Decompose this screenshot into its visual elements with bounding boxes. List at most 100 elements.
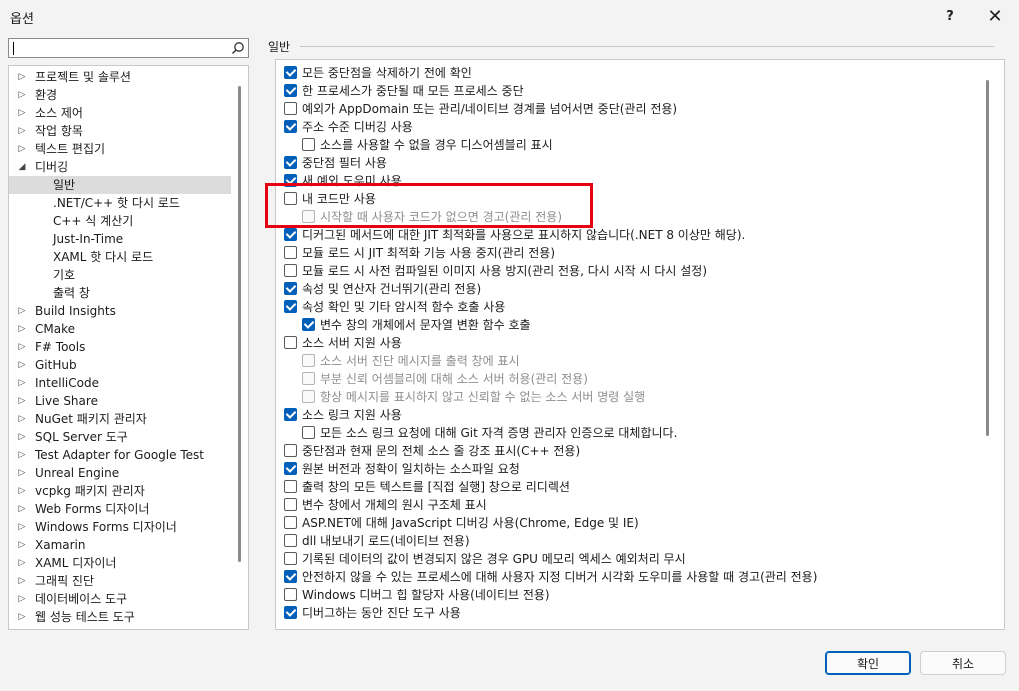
collapsed-arrow-icon[interactable]: ▷ — [17, 536, 27, 554]
option-checkbox[interactable] — [284, 264, 297, 277]
option-label: 한 프로세스가 중단될 때 모든 프로세스 중단 — [302, 84, 524, 98]
tree-item[interactable]: .NET/C++ 핫 다시 로드 — [9, 194, 231, 212]
tree-item[interactable]: ▷ 환경 — [9, 86, 231, 104]
collapsed-arrow-icon[interactable]: ▷ — [17, 500, 27, 518]
ok-button[interactable]: 확인 — [825, 651, 911, 675]
tree-item[interactable]: ▷ Unreal Engine — [9, 464, 231, 482]
option-checkbox[interactable] — [284, 498, 297, 511]
tree-item[interactable]: ◢ 디버깅 — [9, 158, 231, 176]
collapsed-arrow-icon[interactable]: ▷ — [17, 86, 27, 104]
tree-scrollbar[interactable] — [238, 86, 241, 562]
tree-item[interactable]: ▷ vcpkg 패키지 관리자 — [9, 482, 231, 500]
tree-item[interactable]: ▷ Xamarin — [9, 536, 231, 554]
tree-item[interactable]: ▷ GitHub — [9, 356, 231, 374]
collapsed-arrow-icon[interactable]: ▷ — [17, 302, 27, 320]
collapsed-arrow-icon[interactable]: ▷ — [17, 554, 27, 572]
tree-item[interactable]: ▷ 작업 항목 — [9, 122, 231, 140]
collapsed-arrow-icon[interactable]: ▷ — [17, 356, 27, 374]
option-checkbox[interactable] — [284, 552, 297, 565]
option-checkbox[interactable] — [284, 570, 297, 583]
tree-item-label: IntelliCode — [35, 376, 99, 390]
option-checkbox[interactable] — [284, 588, 297, 601]
help-button[interactable]: ? — [927, 0, 973, 32]
tree-item[interactable]: XAML 핫 다시 로드 — [9, 248, 231, 266]
tree-item[interactable]: ▷ 텍스트 편집기 — [9, 140, 231, 158]
tree-item[interactable]: ▷ Web Forms 디자이너 — [9, 500, 231, 518]
tree-item[interactable]: Just-In-Time — [9, 230, 231, 248]
tree-item[interactable]: ▷ NuGet 패키지 관리자 — [9, 410, 231, 428]
option-checkbox[interactable] — [284, 84, 297, 97]
option-checkbox[interactable] — [284, 66, 297, 79]
tree-item[interactable]: C++ 식 계산기 — [9, 212, 231, 230]
tree-item[interactable]: ▷ Live Share — [9, 392, 231, 410]
close-button[interactable]: ✕ — [972, 0, 1018, 32]
option-checkbox[interactable] — [302, 318, 315, 331]
option-checkbox[interactable] — [284, 516, 297, 529]
option-checkbox[interactable] — [284, 120, 297, 133]
collapsed-arrow-icon[interactable]: ▷ — [17, 392, 27, 410]
tree-item-label: 웹 성능 테스트 도구 — [35, 610, 135, 624]
search-icon[interactable] — [231, 41, 245, 55]
panel-scrollbar[interactable] — [986, 80, 989, 436]
expanded-arrow-icon[interactable]: ◢ — [17, 158, 27, 176]
tree-item[interactable]: ▷ 웹 성능 테스트 도구 — [9, 608, 231, 626]
option-checkbox[interactable] — [284, 462, 297, 475]
option-checkbox[interactable] — [302, 138, 315, 151]
option-checkbox[interactable] — [284, 228, 297, 241]
options-tree[interactable]: ▷ 프로젝트 및 솔루션 ▷ 환경 ▷ 소스 제어 ▷ 작업 항목 ▷ 텍스트 편집기 ◢ 디버깅 일반… — [8, 65, 249, 630]
option-label: 중단점 필터 사용 — [302, 156, 387, 170]
collapsed-arrow-icon[interactable]: ▷ — [17, 518, 27, 536]
collapsed-arrow-icon[interactable]: ▷ — [17, 122, 27, 140]
tree-item[interactable]: ▷ Test Adapter for Google Test — [9, 446, 231, 464]
tree-item[interactable]: ▷ XAML 디자이너 — [9, 554, 231, 572]
collapsed-arrow-icon[interactable]: ▷ — [17, 572, 27, 590]
option-checkbox[interactable] — [284, 480, 297, 493]
collapsed-arrow-icon[interactable]: ▷ — [17, 338, 27, 356]
option-checkbox[interactable] — [302, 426, 315, 439]
tree-item[interactable]: ▷ Build Insights — [9, 302, 231, 320]
option-checkbox[interactable] — [284, 534, 297, 547]
option-label: 디커그된 메서드에 대한 JIT 최적화를 사용으로 표시하지 않습니다(.NE… — [302, 228, 746, 242]
option-checkbox[interactable] — [284, 300, 297, 313]
cancel-button[interactable]: 취소 — [920, 651, 1006, 675]
option-checkbox[interactable] — [284, 444, 297, 457]
tree-item[interactable]: ▷ SQL Server 도구 — [9, 428, 231, 446]
tree-item[interactable]: 기호 — [9, 266, 231, 284]
option-checkbox[interactable] — [284, 408, 297, 421]
tree-item[interactable]: ▷ IntelliCode — [9, 374, 231, 392]
tree-item[interactable]: ▷ Windows Forms 디자이너 — [9, 518, 231, 536]
collapsed-arrow-icon[interactable]: ▷ — [17, 464, 27, 482]
collapsed-arrow-icon[interactable]: ▷ — [17, 590, 27, 608]
collapsed-arrow-icon[interactable]: ▷ — [17, 608, 27, 626]
tree-item[interactable]: ▷ 데이터베이스 도구 — [9, 590, 231, 608]
tree-item[interactable]: ▷ 프로젝트 및 솔루션 — [9, 68, 231, 86]
tree-item[interactable]: 일반 — [9, 176, 231, 194]
collapsed-arrow-icon[interactable]: ▷ — [17, 482, 27, 500]
collapsed-arrow-icon[interactable]: ▷ — [17, 68, 27, 86]
collapsed-arrow-icon[interactable]: ▷ — [17, 410, 27, 428]
option-checkbox[interactable] — [284, 156, 297, 169]
collapsed-arrow-icon[interactable]: ▷ — [17, 140, 27, 158]
tree-item[interactable]: ▷ 소스 제어 — [9, 104, 231, 122]
tree-item[interactable]: ▷ CMake — [9, 320, 231, 338]
option-label: 원본 버전과 정확이 일치하는 소스파일 요청 — [302, 462, 520, 476]
collapsed-arrow-icon[interactable]: ▷ — [17, 446, 27, 464]
option-label: dll 내보내기 로드(네이티브 전용) — [302, 534, 470, 548]
tree-item-label: XAML 핫 다시 로드 — [53, 250, 154, 264]
option-checkbox[interactable] — [284, 102, 297, 115]
collapsed-arrow-icon[interactable]: ▷ — [17, 428, 27, 446]
collapsed-arrow-icon[interactable]: ▷ — [17, 374, 27, 392]
option-label: 소스를 사용할 수 없을 경우 디스어셈블리 표시 — [320, 138, 553, 152]
option-checkbox[interactable] — [284, 336, 297, 349]
option-checkbox[interactable] — [284, 246, 297, 259]
tree-item[interactable]: ▷ 그래픽 진단 — [9, 572, 231, 590]
option-checkbox[interactable] — [284, 606, 297, 619]
collapsed-arrow-icon[interactable]: ▷ — [17, 320, 27, 338]
collapsed-arrow-icon[interactable]: ▷ — [17, 104, 27, 122]
tree-item[interactable]: 출력 창 — [9, 284, 231, 302]
search-input[interactable] — [8, 38, 249, 58]
option-label: 모든 소스 링크 요청에 대해 Git 자격 증명 관리자 인증으로 대체합니다… — [320, 426, 678, 440]
option-checkbox[interactable] — [284, 282, 297, 295]
tree-item[interactable]: ▷ F# Tools — [9, 338, 231, 356]
tree-item-label: Build Insights — [35, 304, 116, 318]
